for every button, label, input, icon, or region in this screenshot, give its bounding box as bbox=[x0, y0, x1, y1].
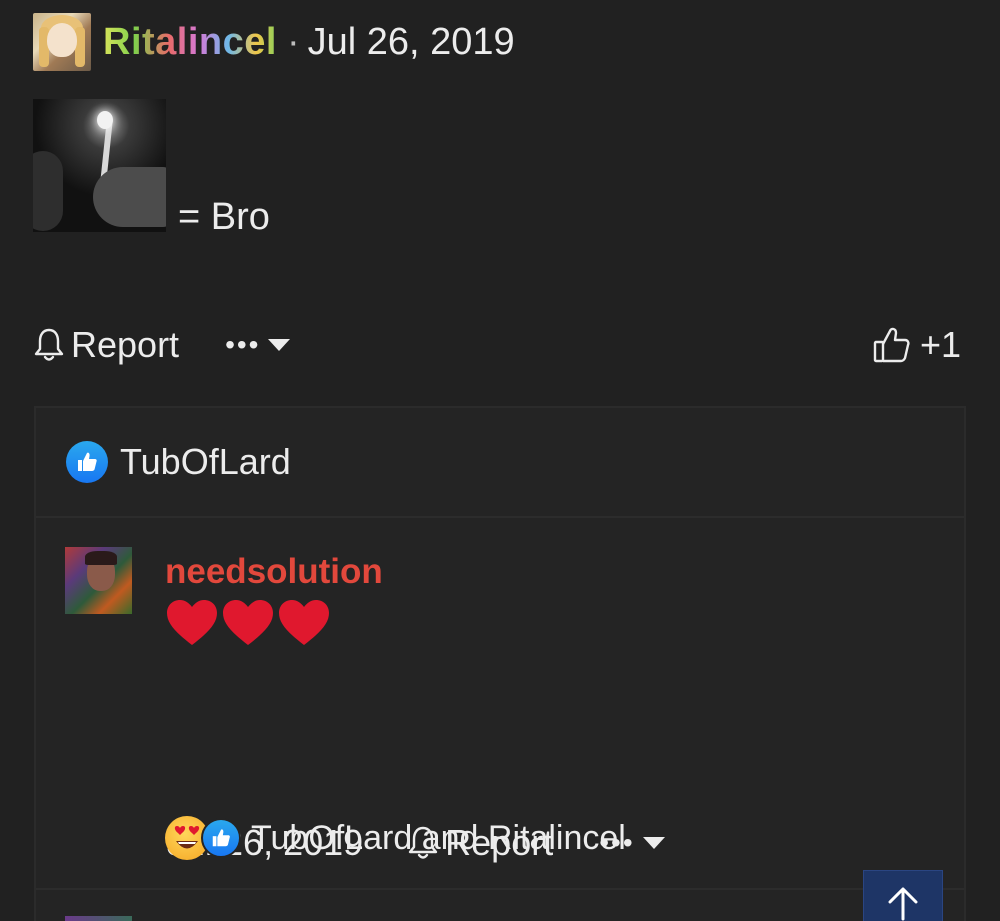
post-author-link[interactable]: Ritalincel bbox=[103, 21, 277, 64]
heart-icon bbox=[167, 600, 217, 645]
heart-icon bbox=[279, 600, 329, 645]
comment-reaction-users[interactable]: TubOfLard and Ritalincel bbox=[251, 819, 626, 858]
reactions-and-replies: TubOfLard needsolution Jul 26, 2019 Repo… bbox=[34, 406, 966, 921]
date-separator: · bbox=[286, 20, 300, 63]
caret-down-icon bbox=[268, 339, 291, 351]
more-dots-icon: ••• bbox=[225, 329, 261, 360]
caret-down-icon bbox=[642, 837, 665, 849]
report-button[interactable]: Report bbox=[33, 324, 179, 366]
report-label: Report bbox=[71, 324, 180, 365]
post-date[interactable]: · Jul 26, 2019 bbox=[287, 21, 515, 64]
thread-page: Ritalincel · Jul 26, 2019 = Bro Report ••… bbox=[0, 0, 1000, 921]
comment-author-link[interactable]: needsolution bbox=[165, 552, 383, 592]
more-options-menu[interactable]: ••• bbox=[225, 329, 291, 361]
post-actions-bar: Report ••• +1 bbox=[33, 322, 963, 368]
avatar[interactable] bbox=[33, 13, 91, 71]
like-reaction-icon bbox=[201, 818, 241, 858]
scroll-to-top-button[interactable] bbox=[863, 870, 943, 921]
comment-message-hearts bbox=[165, 598, 333, 648]
reaction-users[interactable]: TubOfLard bbox=[120, 441, 291, 483]
post-date-text: Jul 26, 2019 bbox=[307, 20, 515, 63]
comment-reactions-bar[interactable]: TubOfLard and Ritalincel bbox=[165, 816, 626, 860]
like-reaction-icon bbox=[66, 441, 108, 483]
bell-icon bbox=[34, 328, 64, 361]
next-comment-avatar-partial bbox=[65, 916, 132, 921]
like-count: +1 bbox=[919, 324, 961, 365]
post-gif-image[interactable] bbox=[33, 99, 166, 232]
post-message-text: = Bro bbox=[178, 196, 270, 238]
arrow-up-icon bbox=[888, 887, 918, 921]
reactions-bar[interactable]: TubOfLard bbox=[36, 408, 964, 518]
like-button[interactable]: +1 bbox=[872, 324, 961, 366]
thumbs-up-outline-icon bbox=[873, 327, 910, 363]
heart-icon bbox=[223, 600, 273, 645]
post-header: Ritalincel · Jul 26, 2019 bbox=[33, 13, 515, 71]
comment-avatar[interactable] bbox=[65, 547, 132, 614]
